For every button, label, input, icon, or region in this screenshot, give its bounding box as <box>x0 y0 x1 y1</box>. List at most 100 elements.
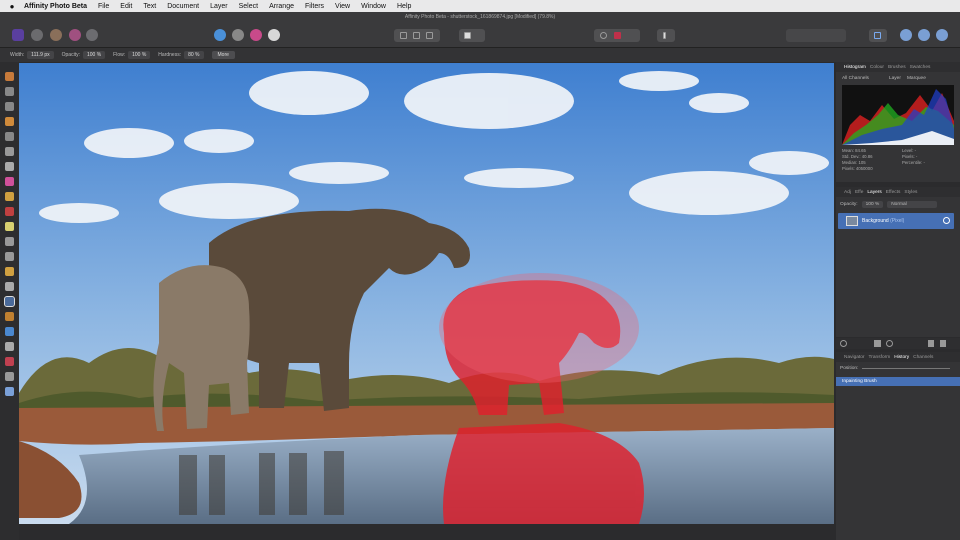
hardness-label: Hardness: <box>158 52 182 58</box>
blemish-remover-icon[interactable] <box>5 267 14 276</box>
color-replace-icon[interactable] <box>5 207 14 216</box>
fill-tool-icon[interactable] <box>5 162 14 171</box>
selection-mode-group[interactable] <box>394 29 440 42</box>
inpainting-brush-icon[interactable] <box>4 296 15 307</box>
develop-persona-icon[interactable] <box>50 29 62 41</box>
history-panel-tabs: Navigator Transform History Channels <box>836 352 960 362</box>
tab-styles[interactable]: Styles <box>904 190 917 195</box>
window-title: Affinity Photo Beta - shutterstock_16186… <box>404 14 556 20</box>
photo-persona-icon[interactable] <box>12 29 24 41</box>
layers-footer <box>836 338 960 349</box>
tab-channels[interactable]: Channels <box>913 355 933 360</box>
crop-tool-icon[interactable] <box>5 102 14 111</box>
layer-label: Background (Pixel) <box>862 218 904 224</box>
auto-white-balance-icon[interactable] <box>268 29 280 41</box>
width-field[interactable]: 111.9 px <box>27 51 54 59</box>
share-icon[interactable] <box>86 29 98 41</box>
menu-layer[interactable]: Layer <box>210 3 228 10</box>
auto-colours-icon[interactable] <box>250 29 262 41</box>
flow-field[interactable]: 100 % <box>128 51 151 59</box>
hardness-field[interactable]: 80 % <box>184 51 204 59</box>
flood-select-icon[interactable] <box>5 132 14 141</box>
layer-opacity-field[interactable]: 100 % <box>861 201 884 208</box>
color-picker-icon[interactable] <box>5 372 14 381</box>
histogram-panel: Histogram Colour Brushes Swatches All Ch… <box>836 62 960 182</box>
arrange-group[interactable] <box>786 29 846 42</box>
stat-percentile: Percentile: - <box>902 160 925 165</box>
smudge-brush-icon[interactable] <box>5 282 14 291</box>
layer-name: Background <box>862 218 889 224</box>
marquee-checkbox[interactable]: Marquee <box>907 76 926 81</box>
layer-row-background[interactable]: Background (Pixel) <box>838 213 954 229</box>
snapping-group[interactable] <box>594 29 640 42</box>
layer-options-row: Opacity: 100 % Normal <box>836 197 960 212</box>
menu-file[interactable]: File <box>98 3 109 10</box>
pen-tool-icon[interactable] <box>5 312 14 321</box>
tab-colour[interactable]: Colour <box>870 65 884 70</box>
menu-window[interactable]: Window <box>361 3 386 10</box>
quick-mask-button[interactable] <box>459 29 485 42</box>
menu-filters[interactable]: Filters <box>305 3 324 10</box>
stat-pixels: Pixels: 4050000 <box>842 166 873 171</box>
tab-effe[interactable]: Effe <box>855 190 863 195</box>
blend-mode-select[interactable]: Normal <box>887 201 938 208</box>
zoom-tool-icon[interactable] <box>5 387 14 396</box>
document-canvas[interactable] <box>19 63 834 524</box>
tab-layers[interactable]: Layers <box>867 190 881 195</box>
red-eye-tool-icon[interactable] <box>5 357 14 366</box>
mask-layer-icon[interactable] <box>840 340 847 347</box>
tab-transform[interactable]: Transform <box>869 355 891 360</box>
tab-effects[interactable]: Effects <box>886 190 901 195</box>
paint-brush-icon[interactable] <box>5 192 14 201</box>
menu-text[interactable]: Text <box>143 3 156 10</box>
histogram-panel-tabs: Histogram Colour Brushes Swatches <box>836 62 960 72</box>
add-layer-icon[interactable] <box>928 340 934 347</box>
canvas-bottom-bar <box>19 524 834 540</box>
tab-navigator[interactable]: Navigator <box>844 355 865 360</box>
clone-brush-icon[interactable] <box>5 252 14 261</box>
tab-brushes[interactable]: Brushes <box>888 65 906 70</box>
tab-adjustments[interactable]: Adj <box>844 190 851 195</box>
layer-checkbox[interactable]: Layer <box>889 76 901 81</box>
history-entry[interactable]: Inpainting Brush <box>836 377 960 386</box>
gradient-tool-icon[interactable] <box>5 177 14 186</box>
liquify-persona-icon[interactable] <box>31 29 43 41</box>
tab-swatches[interactable]: Swatches <box>910 65 931 70</box>
menu-document[interactable]: Document <box>167 3 199 10</box>
opacity-field[interactable]: 100 % <box>82 51 106 59</box>
layers-panel-tabs: Adj Effe Layers Effects Styles <box>836 187 960 197</box>
menu-help[interactable]: Help <box>397 3 411 10</box>
menu-arrange[interactable]: Arrange <box>269 3 294 10</box>
tab-history[interactable]: History <box>894 355 909 360</box>
more-button[interactable]: More <box>211 51 235 59</box>
menu-select[interactable]: Select <box>239 3 258 10</box>
boolean-subtract-icon[interactable] <box>918 29 930 41</box>
assistant-button[interactable] <box>657 29 675 42</box>
align-button[interactable] <box>869 29 887 42</box>
menu-app-name[interactable]: Affinity Photo Beta <box>24 3 87 10</box>
layer-visibility-icon[interactable] <box>943 217 950 224</box>
text-tool-icon[interactable] <box>5 342 14 351</box>
auto-contrast-icon[interactable] <box>232 29 244 41</box>
erase-brush-icon[interactable] <box>5 222 14 231</box>
boolean-intersect-icon[interactable] <box>936 29 948 41</box>
selection-brush-icon[interactable] <box>5 117 14 126</box>
add-adjustment-icon[interactable] <box>874 340 881 347</box>
marquee-tool-icon[interactable] <box>5 147 14 156</box>
menu-edit[interactable]: Edit <box>120 3 132 10</box>
shape-tool-icon[interactable] <box>5 327 14 336</box>
tab-histogram[interactable]: Histogram <box>844 65 866 70</box>
channel-select[interactable]: All Channels <box>842 76 869 81</box>
dodge-brush-icon[interactable] <box>5 237 14 246</box>
position-slider[interactable] <box>862 368 950 369</box>
apple-icon[interactable]: ● <box>8 2 16 11</box>
delete-layer-icon[interactable] <box>940 340 946 347</box>
boolean-add-icon[interactable] <box>900 29 912 41</box>
move-tool-icon[interactable] <box>5 87 14 96</box>
layer-thumbnail <box>846 216 858 226</box>
add-filter-icon[interactable] <box>886 340 893 347</box>
auto-levels-icon[interactable] <box>214 29 226 41</box>
view-tool-icon[interactable] <box>5 72 14 81</box>
menu-view[interactable]: View <box>335 3 350 10</box>
tone-mapping-persona-icon[interactable] <box>69 29 81 41</box>
